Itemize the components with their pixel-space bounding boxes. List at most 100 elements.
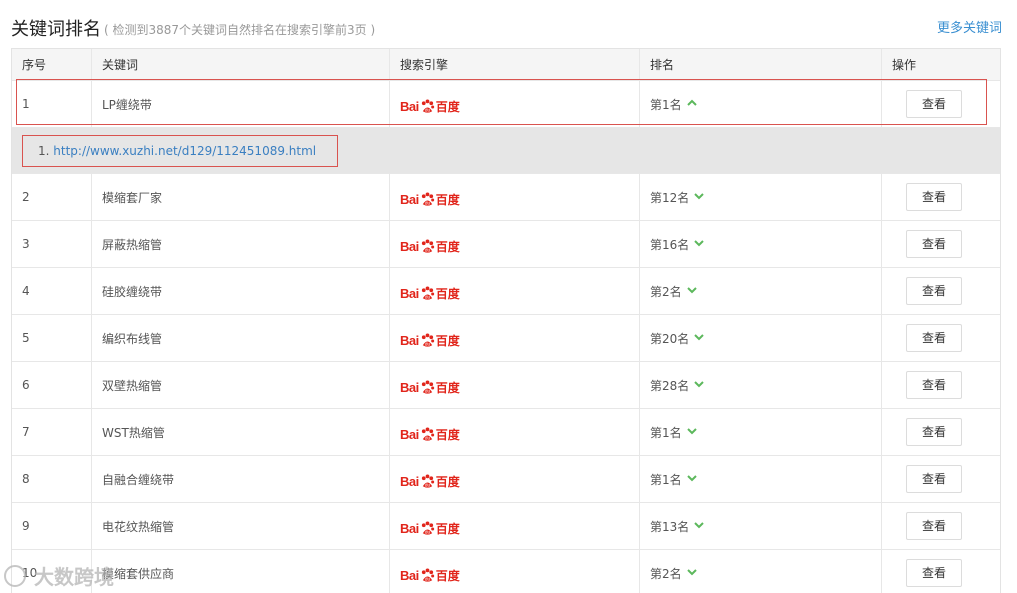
baidu-logo-du: 百度 (435, 568, 460, 583)
row-index: 9 (12, 503, 92, 549)
watermark-logo-icon (4, 564, 26, 587)
baidu-logo-bai: Bai (400, 473, 419, 489)
table-row: 3 屏蔽热缩管 Bai du 百度 第16名 查看 (12, 221, 1000, 268)
table-row: 5 编织布线管 Bai du 百度 第20名 查看 (12, 315, 1000, 362)
rank-text: 第2名 (650, 284, 682, 299)
ranked-url-link[interactable]: http://www.xuzhi.net/d129/112451089.html (53, 144, 316, 158)
column-header-rank: 排名 (640, 49, 882, 80)
search-engine-cell: Bai du 百度 (390, 550, 640, 593)
page-header: 关键词排名 ( 检测到3887个关键词自然排名在搜索引擎前3页 ) 更多关键词 (0, 0, 1017, 46)
action-cell: 查看 (882, 221, 1002, 267)
table-row: 2 模缩套厂家 Bai du 百度 第12名 查看 (12, 174, 1000, 221)
rank-cell: 第28名 (640, 362, 882, 408)
row-index: 8 (12, 456, 92, 502)
rank-text: 第16名 (650, 237, 690, 252)
column-header-index: 序号 (12, 49, 92, 80)
baidu-logo-du: 百度 (435, 333, 460, 348)
row-keyword: 编织布线管 (92, 315, 390, 361)
row-index: 4 (12, 268, 92, 314)
page-subtitle: ( 检测到3887个关键词自然排名在搜索引擎前3页 ) (104, 23, 376, 37)
baidu-logo-bai: Bai (400, 191, 419, 207)
table-row: 10 模缩套供应商 Bai du 百度 第2名 查看 (12, 550, 1000, 593)
row-index: 5 (12, 315, 92, 361)
table-row: 7 WST热缩管 Bai du 百度 第1名 查看 (12, 409, 1000, 456)
rank-text: 第20名 (650, 331, 690, 346)
rank-text: 第13名 (650, 519, 690, 534)
baidu-logo-icon: Bai du 百度 (400, 190, 460, 208)
rank-cell: 第2名 (640, 268, 882, 314)
baidu-logo-du: 百度 (435, 380, 460, 395)
rank-cell: 第20名 (640, 315, 882, 361)
rank-cell: 第12名 (640, 174, 882, 220)
svg-text:du: du (425, 107, 431, 112)
rank-cell: 第2名 (640, 550, 882, 593)
search-engine-cell: Bai du 百度 (390, 503, 640, 549)
trend-down-icon (682, 566, 698, 581)
svg-text:du: du (425, 294, 431, 299)
row-keyword: WST热缩管 (92, 409, 390, 455)
row-index: 7 (12, 409, 92, 455)
search-engine-cell: Bai du 百度 (390, 315, 640, 361)
rank-cell: 第1名 (640, 409, 882, 455)
keyword-ranking-table: 序号 关键词 搜索引擎 排名 操作 1 LP缠绕带 Bai du 百度 第1名 查看… (11, 48, 1001, 593)
action-cell: 查看 (882, 503, 1002, 549)
rank-text: 第1名 (650, 97, 682, 112)
baidu-logo-icon: Bai du 百度 (400, 519, 460, 537)
action-cell: 查看 (882, 268, 1002, 314)
baidu-logo-du: 百度 (435, 427, 460, 442)
search-engine-cell: Bai du 百度 (390, 268, 640, 314)
action-cell: 查看 (882, 81, 1002, 127)
table-header-row: 序号 关键词 搜索引擎 排名 操作 (12, 49, 1000, 81)
view-button[interactable]: 查看 (906, 418, 962, 446)
baidu-logo-bai: Bai (400, 98, 419, 114)
trend-down-icon (682, 284, 698, 299)
action-cell: 查看 (882, 550, 1002, 593)
view-button[interactable]: 查看 (906, 90, 962, 118)
trend-down-icon (689, 331, 705, 346)
row-keyword: 屏蔽热缩管 (92, 221, 390, 267)
rank-text: 第2名 (650, 566, 682, 581)
baidu-logo-bai: Bai (400, 379, 419, 395)
svg-text:du: du (425, 482, 431, 487)
expanded-url-row: 1. http://www.xuzhi.net/d129/112451089.h… (12, 128, 1000, 174)
search-engine-cell: Bai du 百度 (390, 174, 640, 220)
search-engine-cell: Bai du 百度 (390, 456, 640, 502)
url-index: 1. (38, 144, 50, 158)
svg-text:du: du (425, 200, 431, 205)
search-engine-cell: Bai du 百度 (390, 409, 640, 455)
column-header-engine: 搜索引擎 (390, 49, 640, 80)
svg-text:du: du (425, 435, 431, 440)
table-row: 1 LP缠绕带 Bai du 百度 第1名 查看 (12, 81, 1000, 128)
rank-cell: 第16名 (640, 221, 882, 267)
search-engine-cell: Bai du 百度 (390, 221, 640, 267)
view-button[interactable]: 查看 (906, 230, 962, 258)
search-engine-cell: Bai du 百度 (390, 81, 640, 127)
baidu-logo-du: 百度 (435, 99, 460, 114)
action-cell: 查看 (882, 456, 1002, 502)
view-button[interactable]: 查看 (906, 277, 962, 305)
baidu-logo-bai: Bai (400, 332, 419, 348)
view-button[interactable]: 查看 (906, 465, 962, 493)
action-cell: 查看 (882, 315, 1002, 361)
row-keyword: 模缩套供应商 (92, 550, 390, 593)
row-keyword: 模缩套厂家 (92, 174, 390, 220)
rank-cell: 第1名 (640, 81, 882, 127)
trend-down-icon (689, 190, 705, 205)
row-keyword: 双壁热缩管 (92, 362, 390, 408)
view-button[interactable]: 查看 (906, 371, 962, 399)
view-button[interactable]: 查看 (906, 324, 962, 352)
trend-down-icon (689, 519, 705, 534)
svg-text:du: du (425, 341, 431, 346)
view-button[interactable]: 查看 (906, 512, 962, 540)
baidu-logo-icon: Bai du 百度 (400, 284, 460, 302)
column-header-action: 操作 (892, 58, 917, 72)
table-row: 6 双壁热缩管 Bai du 百度 第28名 查看 (12, 362, 1000, 409)
view-button[interactable]: 查看 (906, 559, 962, 587)
baidu-logo-bai: Bai (400, 520, 419, 536)
trend-down-icon (689, 378, 705, 393)
more-keywords-link[interactable]: 更多关键词 (937, 17, 1002, 36)
row-keyword: 电花纹热缩管 (92, 503, 390, 549)
view-button[interactable]: 查看 (906, 183, 962, 211)
action-cell: 查看 (882, 362, 1002, 408)
rank-text: 第28名 (650, 378, 690, 393)
